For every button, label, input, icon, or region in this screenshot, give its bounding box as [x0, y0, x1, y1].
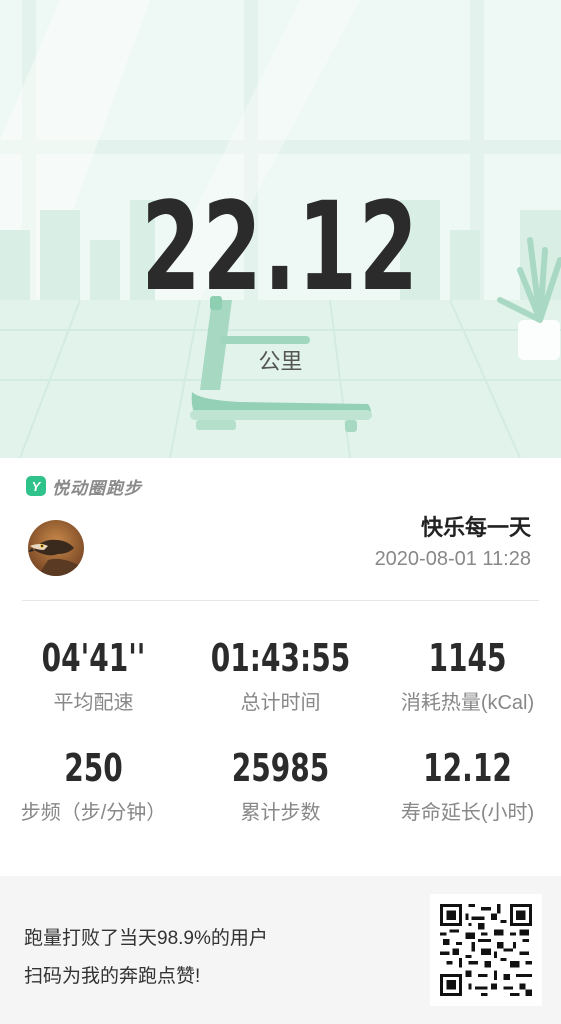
divider	[22, 600, 539, 601]
qr-code-graphic	[440, 904, 532, 996]
stat-total-steps: 25985 累计步数	[187, 746, 374, 825]
stat-total-time: 01:43:55 总计时间	[187, 636, 374, 715]
stat-value: 01:43:55	[210, 636, 351, 680]
stat-avg-pace: 04'41'' 平均配速	[0, 636, 187, 715]
stat-value: 1145	[428, 636, 507, 680]
brand-name: 悦动圈跑步	[52, 478, 142, 498]
hero-banner: 22.12 公里	[0, 0, 561, 458]
stat-life-extension: 12.12 寿命延长(小时)	[374, 746, 561, 825]
eagle-avatar-image	[28, 520, 84, 576]
stat-label: 累计步数	[240, 802, 321, 824]
stat-label: 消耗热量(kCal)	[400, 692, 535, 714]
username: 快乐每一天	[420, 515, 531, 540]
qr-code-icon[interactable]	[430, 894, 542, 1006]
yuedong-logo-icon: Y	[26, 476, 46, 496]
stat-value: 25985	[231, 746, 330, 790]
stat-calories: 1145 消耗热量(kCal)	[374, 636, 561, 715]
avatar[interactable]	[28, 520, 84, 576]
stat-value: 250	[64, 746, 123, 790]
stat-value: 04'41''	[41, 636, 146, 680]
stat-label: 步频（步/分钟）	[20, 802, 167, 824]
distance-unit: 公里	[258, 349, 303, 374]
stat-label: 平均配速	[53, 692, 134, 714]
footer-text: 跑量打败了当天98.9%的用户 扫码为我的奔跑点赞!	[24, 920, 268, 996]
ranking-text: 跑量打败了当天98.9%的用户	[24, 928, 268, 949]
stat-label: 寿命延长(小时)	[400, 802, 535, 824]
stat-value: 12.12	[423, 746, 512, 790]
scan-prompt-text: 扫码为我的奔跑点赞!	[24, 966, 201, 987]
total-distance-value: 22.12	[141, 176, 420, 318]
stat-cadence: 250 步频（步/分钟）	[0, 746, 187, 825]
stat-label: 总计时间	[240, 692, 321, 714]
brand-header: Y 悦动圈跑步	[26, 474, 142, 498]
run-datetime: 2020-08-01 11:28	[374, 548, 531, 570]
